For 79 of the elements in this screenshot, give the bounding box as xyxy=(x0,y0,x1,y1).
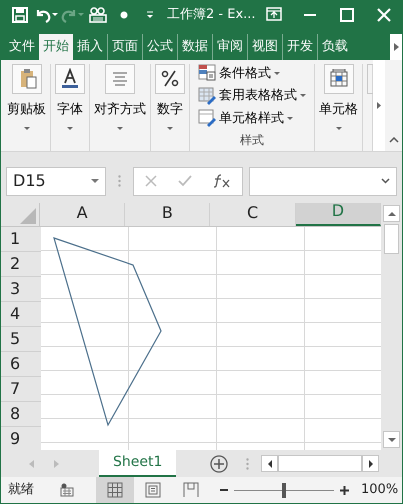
caret-icon xyxy=(24,127,30,130)
scrollbar-thumb[interactable] xyxy=(384,224,399,254)
ribbon-button[interactable]: 对齐方式 xyxy=(94,64,146,130)
column-header[interactable]: A xyxy=(40,203,126,226)
scroll-right-icon[interactable] xyxy=(377,102,381,109)
ribbon-menu-button[interactable]: 套用表格格式 xyxy=(198,86,306,106)
scroll-down-button[interactable] xyxy=(383,431,400,448)
insert-function-icon[interactable] xyxy=(213,174,232,188)
font-icon xyxy=(60,68,80,90)
ribbon-tab[interactable]: 文件 xyxy=(5,34,39,60)
page-layout-icon xyxy=(145,482,161,498)
row-header[interactable]: 2 xyxy=(1,252,41,278)
ribbon-menu-button[interactable]: 条件格式 xyxy=(198,64,306,84)
status-text: 就绪 xyxy=(8,481,34,500)
scroll-right-button[interactable] xyxy=(362,455,380,472)
caret-icon xyxy=(336,127,342,130)
add-sheet-icon[interactable] xyxy=(210,454,228,473)
form-icon[interactable] xyxy=(89,7,107,23)
zoom-level-text[interactable]: 100% xyxy=(361,480,398,500)
close-icon[interactable] xyxy=(376,7,392,23)
freeform-shape[interactable] xyxy=(53,237,162,427)
caret-icon xyxy=(287,116,293,120)
ribbon-button[interactable]: 单元格 xyxy=(319,64,358,130)
cells-icon xyxy=(328,68,348,90)
right-arrow-icon xyxy=(368,460,373,468)
caret-icon xyxy=(117,127,123,130)
caret-icon xyxy=(67,127,73,130)
dot-icon[interactable] xyxy=(120,11,128,19)
collapse-ribbon-icon[interactable] xyxy=(388,136,398,143)
cell-grid[interactable] xyxy=(41,227,381,450)
page-break-icon xyxy=(183,482,199,498)
group-label: 样式 xyxy=(240,132,264,149)
column-header[interactable]: D xyxy=(296,203,381,226)
ribbon-button[interactable]: 剪贴板 xyxy=(7,64,46,130)
row-header[interactable]: 3 xyxy=(1,277,41,302)
ribbon-tab[interactable]: 开始 xyxy=(39,34,73,60)
expand-icon[interactable] xyxy=(381,178,390,184)
zoom-slider-thumb[interactable] xyxy=(282,482,286,498)
caret-icon xyxy=(274,72,280,75)
ribbon-menu-button[interactable]: 单元格样式 xyxy=(198,108,306,128)
row-header[interactable]: 1 xyxy=(1,227,41,252)
ribbon-button[interactable]: 字体 xyxy=(55,64,85,130)
save-icon[interactable] xyxy=(12,7,28,23)
percent-icon xyxy=(160,68,180,90)
row-header[interactable]: 4 xyxy=(1,302,41,328)
ribbon-display-icon[interactable] xyxy=(266,7,282,23)
formula-field[interactable] xyxy=(249,166,397,196)
row-header[interactable]: 6 xyxy=(1,352,41,378)
scroll-right-icon[interactable] xyxy=(394,42,398,51)
zoom-in-icon[interactable] xyxy=(340,486,349,494)
scroll-left-button[interactable] xyxy=(261,455,278,472)
sheet-tab[interactable]: Sheet1 xyxy=(99,450,176,477)
column-header[interactable]: B xyxy=(125,203,210,226)
conditional-format-icon xyxy=(198,64,216,82)
customize-icon[interactable] xyxy=(146,11,154,19)
scroll-up-button[interactable] xyxy=(383,205,400,222)
left-arrow-icon xyxy=(268,460,272,468)
ribbon-button[interactable]: 数字 xyxy=(155,64,185,130)
undo-icon[interactable] xyxy=(34,7,58,23)
ribbon-tab[interactable]: 插入 xyxy=(73,34,107,60)
name-box[interactable]: D15 xyxy=(6,166,106,196)
table-format-icon xyxy=(198,86,216,105)
splitter-handle-icon[interactable] xyxy=(118,175,121,187)
caret-icon xyxy=(167,127,173,130)
normal-view-icon xyxy=(107,482,123,498)
row-header[interactable]: 5 xyxy=(1,327,41,352)
maximize-icon[interactable] xyxy=(339,7,356,23)
window-title: 工作簿2 - Ex... xyxy=(167,6,256,24)
macro-record-icon[interactable] xyxy=(60,483,74,497)
caret-icon xyxy=(300,94,306,98)
row-header[interactable]: 8 xyxy=(1,402,41,428)
zoom-out-icon[interactable] xyxy=(220,486,228,494)
caret-icon xyxy=(91,179,99,183)
cell-style-icon xyxy=(198,109,216,128)
view-button[interactable] xyxy=(96,477,134,503)
splitter-handle-icon[interactable] xyxy=(246,458,250,470)
row-header[interactable]: 7 xyxy=(1,377,41,402)
down-arrow-icon xyxy=(388,438,396,442)
up-arrow-icon xyxy=(388,212,396,216)
